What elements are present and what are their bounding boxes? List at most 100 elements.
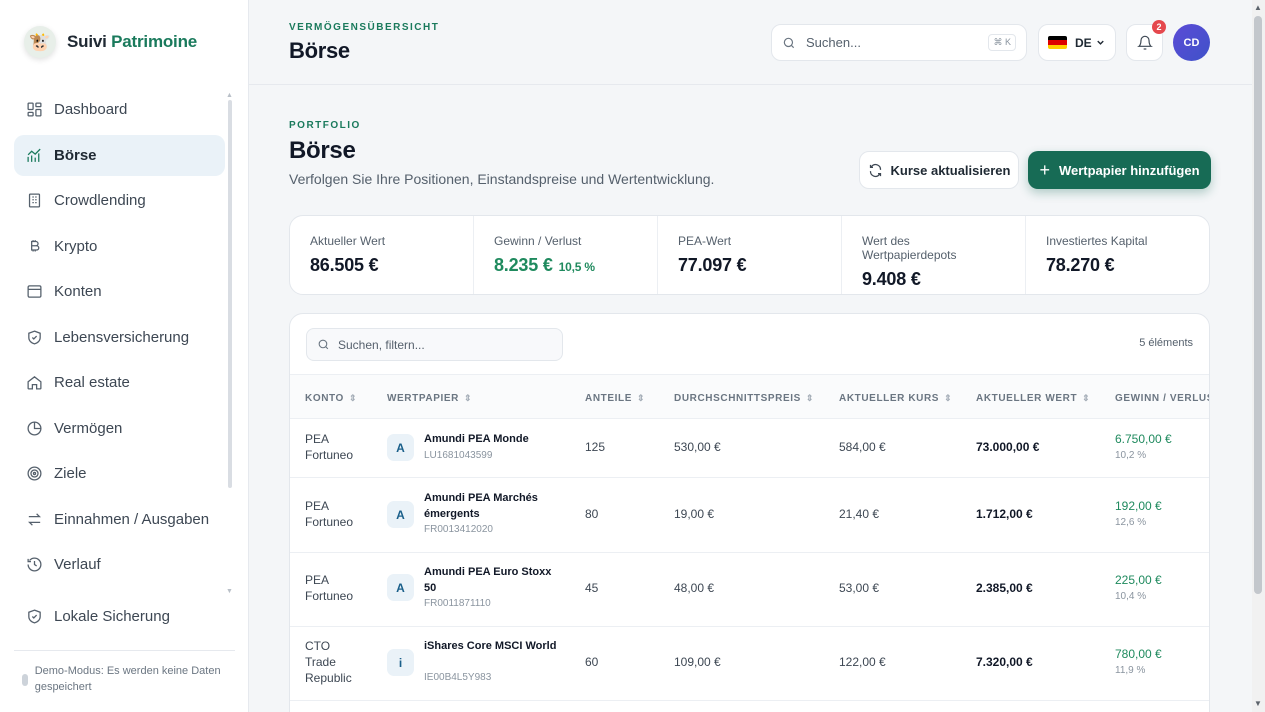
sidebar-item-vermoegen[interactable]: Vermögen: [14, 408, 225, 449]
sort-icon: ⇕: [463, 393, 473, 403]
table-row[interactable]: PEA Fortuneo A Amundi PEA Euro Stoxx 50 F…: [290, 553, 1209, 627]
search-shortcut: ⌘ K: [988, 34, 1016, 51]
stat-label: Aktueller Wert: [310, 234, 386, 248]
add-security-button[interactable]: + Wertpapier hinzufügen: [1028, 151, 1211, 189]
cell-konto: PEA Fortuneo: [305, 499, 354, 529]
security-isin: IE00B4L5Y983: [424, 672, 492, 683]
sidebar-item-label: Lebensversicherung: [54, 328, 190, 346]
home-icon: [24, 373, 44, 393]
cell-current-value: 1.712,00 €: [976, 507, 1033, 521]
cow-mascot-icon: 🐮: [24, 26, 56, 58]
sidebar-item-lokale-sicherung[interactable]: Lokale Sicherung: [14, 596, 225, 637]
table-filter-input[interactable]: Suchen, filtern...: [306, 328, 563, 361]
sidebar-item-label: Lokale Sicherung: [54, 608, 170, 625]
refresh-prices-button[interactable]: Kurse aktualisieren: [859, 151, 1019, 189]
cell-konto: CTO Trade Republic: [305, 639, 352, 685]
stat-current-value: Aktueller Wert 86.505 €: [290, 216, 474, 294]
sidebar-item-real-estate[interactable]: Real estate: [14, 362, 225, 403]
sidebar-item-ziele[interactable]: Ziele: [14, 453, 225, 494]
security-isin: LU1681043599: [424, 450, 493, 461]
column-header-anteile[interactable]: ANTEILE ⇕: [585, 393, 645, 404]
refresh-prices-label: Kurse aktualisieren: [890, 162, 1011, 178]
security-name: Amundi PEA Euro Stoxx 50: [424, 566, 552, 594]
security-initial-icon: A: [387, 501, 414, 528]
security-initial-icon: i: [387, 649, 414, 676]
sidebar-item-label: Crowdlending: [54, 192, 146, 209]
table-row[interactable]: CTO Trade Republic i iShares Core MSCI Wor…: [290, 627, 1209, 701]
scroll-up-icon[interactable]: ▲: [1254, 3, 1262, 12]
wallet-icon: [24, 282, 44, 302]
cell-current-price: 584,00 €: [839, 440, 886, 454]
sidebar-item-label: Ziele: [54, 465, 87, 482]
stat-depot-value: Wert des Wertpapierdepots 9.408 €: [842, 216, 1026, 294]
cell-gain-pct: 10,4 %: [1115, 591, 1147, 602]
sidebar-item-boerse[interactable]: Börse: [14, 134, 225, 176]
column-header-gewinn-verlust[interactable]: GEWINN / VERLUST: [1115, 393, 1209, 404]
brand[interactable]: 🐮 Suivi Patrimoine: [24, 26, 197, 58]
sidebar-item-konten[interactable]: Konten: [14, 271, 225, 312]
page-scrollbar[interactable]: ▲ ▼: [1252, 0, 1265, 712]
topbar-kicker: VERMÖGENSÜBERSICHT: [289, 22, 440, 33]
cell-avg-price: 530,00 €: [674, 440, 721, 454]
sidebar-item-einnahmen-ausgaben[interactable]: Einnahmen / Ausgaben: [14, 499, 225, 540]
cell-anteile: 60: [585, 655, 599, 669]
bell-icon: [1136, 35, 1153, 51]
stat-value: 8.235 € 10,5 %: [494, 255, 637, 276]
avatar[interactable]: CD: [1173, 24, 1210, 61]
sidebar-scroll-down-icon[interactable]: ▼: [226, 588, 233, 595]
search-placeholder: Suchen...: [806, 35, 861, 50]
table-row[interactable]: PEA Fortuneo A Amundi PEA Marchés émergen…: [290, 478, 1209, 553]
sidebar-item-label: Börse: [54, 146, 97, 164]
column-header-aktueller-kurs[interactable]: AKTUELLER KURS ⇕: [839, 393, 952, 404]
column-header-wertpapier[interactable]: WERTPAPIER ⇕: [387, 393, 472, 404]
cell-gain: 192,00 €: [1115, 499, 1162, 513]
dashboard-icon: [24, 100, 44, 120]
cell-anteile: 45: [585, 581, 599, 595]
sidebar-item-crowdlending[interactable]: Crowdlending: [14, 180, 225, 221]
security-isin: FR0013412020: [424, 524, 493, 535]
filter-placeholder: Suchen, filtern...: [338, 337, 425, 352]
security-isin: FR0011871110: [424, 598, 491, 609]
sort-icon: ⇕: [944, 393, 953, 403]
search-icon: [782, 36, 796, 50]
refresh-icon: [868, 163, 883, 178]
cell-avg-price: 109,00 €: [674, 655, 721, 669]
bitcoin-icon: [24, 236, 44, 256]
sort-icon: ⇕: [1082, 393, 1091, 403]
sort-icon: ⇕: [348, 393, 358, 403]
scrollbar-thumb[interactable]: [1254, 16, 1262, 594]
german-flag-icon: [1048, 36, 1067, 49]
search-icon: [317, 338, 330, 351]
topbar-title: Börse: [289, 38, 350, 63]
table-row[interactable]: PEA Fortuneo A Amundi PEA Monde LU1681043…: [290, 419, 1209, 478]
sidebar-item-label: Einnahmen / Ausgaben: [54, 510, 210, 528]
sidebar: 🐮 Suivi Patrimoine Dashboard Börse Crowd…: [0, 0, 249, 712]
language-selector[interactable]: DE: [1038, 24, 1116, 61]
column-header-konto[interactable]: KONTO ⇕: [305, 393, 357, 404]
notification-badge: 2: [1152, 20, 1166, 34]
stat-invested-capital: Investiertes Kapital 78.270 €: [1026, 216, 1209, 294]
sidebar-item-lebensversicherung[interactable]: Lebensversicherung: [14, 317, 225, 358]
page-kicker: PORTFOLIO: [289, 120, 361, 131]
scroll-down-icon[interactable]: ▼: [1254, 699, 1262, 708]
sidebar-scroll-up-icon[interactable]: ▲: [226, 92, 233, 99]
sidebar-item-verlauf[interactable]: Verlauf: [14, 544, 225, 585]
stat-label: Wert des Wertpapierdepots: [862, 234, 957, 262]
column-header-aktueller-wert[interactable]: AKTUELLER WERT ⇕: [976, 393, 1090, 404]
cell-gain: 6.750,00 €: [1115, 432, 1172, 446]
search-input[interactable]: Suchen... ⌘ K: [771, 24, 1027, 61]
sort-icon: ⇕: [636, 393, 646, 403]
sidebar-scrollbar[interactable]: [228, 100, 232, 488]
sidebar-item-dashboard[interactable]: Dashboard: [14, 89, 225, 130]
column-header-durchschnittspreis[interactable]: DURCHSCHNITTSPREIS ⇕: [674, 393, 814, 404]
security-initial-icon: A: [387, 574, 414, 601]
stat-gain-pct: 10,5 %: [558, 260, 595, 274]
security-name: Amundi PEA Monde: [424, 433, 529, 445]
security-name: iShares Core MSCI World: [424, 640, 557, 652]
row-count: 5 éléments: [1139, 337, 1193, 349]
cell-current-price: 21,40 €: [839, 507, 880, 521]
cell-current-value: 2.385,00 €: [976, 581, 1033, 595]
sidebar-item-krypto[interactable]: Krypto: [14, 226, 225, 267]
stat-value: 77.097 €: [678, 255, 747, 275]
cell-konto: PEA Fortuneo: [305, 573, 354, 603]
